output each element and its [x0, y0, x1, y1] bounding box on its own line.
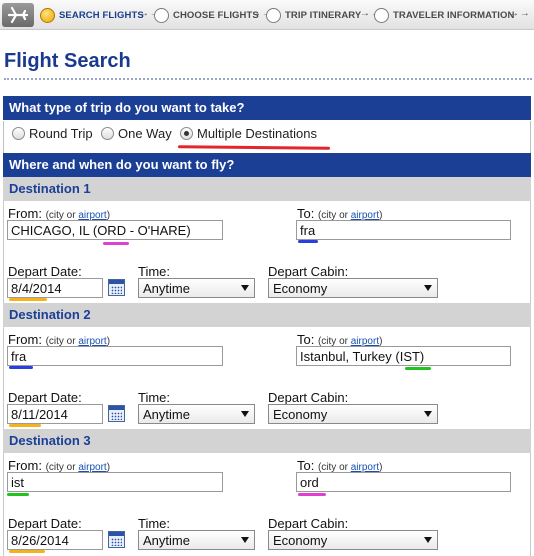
green-highlight-mark — [405, 367, 431, 370]
to-label: To: (city or airport) — [297, 332, 383, 347]
step-choose-flights: CHOOSE FLIGHTS — [154, 6, 259, 24]
depart-cabin-label: Depart Cabin: — [268, 516, 349, 531]
from-input-2[interactable]: fra — [7, 346, 223, 366]
orange-highlight-mark — [9, 298, 47, 301]
title-divider — [4, 78, 532, 80]
progress-bar: SEARCH FLIGHTS → → CHOOSE FLIGHTS → → TR… — [0, 0, 534, 30]
depart-date-input-1[interactable]: 8/4/2014 — [7, 278, 103, 298]
where-when-heading: Where and when do you want to fly? — [3, 153, 531, 177]
step-traveler-information: TRAVELER INFORMATION — [374, 6, 514, 24]
trip-type-heading: What type of trip do you want to take? — [3, 96, 531, 120]
radio-round-trip[interactable]: Round Trip — [12, 126, 93, 141]
to-label: To: (city or airport) — [297, 458, 383, 473]
dropdown-caret-icon — [241, 537, 249, 543]
radio-one-way[interactable]: One Way — [101, 126, 172, 141]
depart-date-label: Depart Date: — [8, 516, 82, 531]
from-input-1[interactable]: CHICAGO, IL (ORD - O'HARE) — [7, 220, 223, 240]
dropdown-caret-icon — [241, 411, 249, 417]
from-label: From: (city or airport) — [8, 458, 111, 473]
blue-highlight-mark — [9, 366, 33, 369]
airplane-icon — [8, 6, 28, 24]
step-current-icon — [40, 7, 55, 23]
home-plane-button[interactable] — [2, 3, 34, 27]
dropdown-caret-icon — [424, 411, 432, 417]
time-label: Time: — [138, 264, 171, 279]
destination-3-heading: Destination 3 — [3, 429, 531, 453]
to-label: To: (city or airport) — [297, 206, 383, 221]
step-pending-icon — [374, 7, 389, 23]
green-highlight-mark — [7, 493, 29, 496]
radio-multiple-destinations[interactable]: Multiple Destinations — [180, 126, 317, 141]
time-select-2[interactable]: Anytime — [138, 404, 255, 424]
step-pending-icon — [154, 7, 169, 23]
time-label: Time: — [138, 390, 171, 405]
dropdown-caret-icon — [424, 537, 432, 543]
calendar-icon[interactable] — [108, 279, 125, 296]
to-input-1[interactable]: fra — [296, 220, 511, 240]
destination-1-heading: Destination 1 — [3, 177, 531, 201]
magenta-highlight-mark — [298, 493, 326, 496]
page-title: Flight Search — [4, 50, 131, 72]
from-label: From: (city or airport) — [8, 332, 111, 347]
cabin-select-2[interactable]: Economy — [268, 404, 438, 424]
radio-unchecked-icon — [12, 127, 25, 140]
depart-cabin-label: Depart Cabin: — [268, 264, 349, 279]
time-select-3[interactable]: Anytime — [138, 530, 255, 550]
from-input-3[interactable]: ist — [7, 472, 223, 492]
depart-date-input-2[interactable]: 8/11/2014 — [7, 404, 103, 424]
cabin-select-3[interactable]: Economy — [268, 530, 438, 550]
calendar-icon[interactable] — [108, 405, 125, 422]
calendar-icon[interactable] — [108, 531, 125, 548]
radio-checked-icon — [180, 127, 193, 140]
step-arrow-icon: → → — [509, 8, 530, 19]
to-input-3[interactable]: ord — [296, 472, 511, 492]
step-pending-icon — [266, 7, 281, 23]
form-border-left — [3, 177, 4, 556]
depart-date-label: Depart Date: — [8, 264, 82, 279]
step-trip-itinerary: TRIP ITINERARY — [266, 6, 361, 24]
to-input-2[interactable]: Istanbul, Turkey (IST) — [296, 346, 511, 366]
depart-cabin-label: Depart Cabin: — [268, 390, 349, 405]
dropdown-caret-icon — [424, 285, 432, 291]
time-select-1[interactable]: Anytime — [138, 278, 255, 298]
radio-unchecked-icon — [101, 127, 114, 140]
form-border-right — [530, 177, 531, 556]
cabin-select-1[interactable]: Economy — [268, 278, 438, 298]
orange-highlight-mark — [9, 424, 41, 427]
destination-2-heading: Destination 2 — [3, 303, 531, 327]
from-label: From: (city or airport) — [8, 206, 111, 221]
depart-date-label: Depart Date: — [8, 390, 82, 405]
orange-highlight-mark — [9, 550, 45, 553]
step-search-flights[interactable]: SEARCH FLIGHTS — [40, 6, 144, 24]
dropdown-caret-icon — [241, 285, 249, 291]
magenta-highlight-mark — [103, 242, 129, 245]
time-label: Time: — [138, 516, 171, 531]
blue-highlight-mark — [298, 240, 318, 243]
depart-date-input-3[interactable]: 8/26/2014 — [7, 530, 103, 550]
